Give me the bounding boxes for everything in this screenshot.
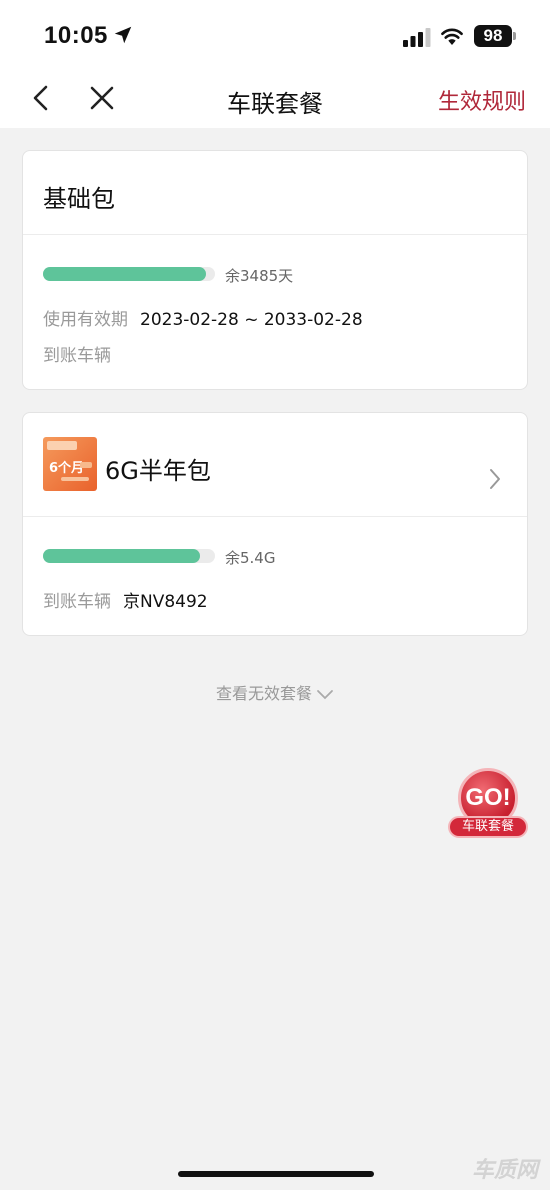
battery-indicator: 98	[474, 25, 512, 47]
thumbnail-tag	[47, 441, 77, 450]
package-card-data[interactable]: 6个月 6G半年包 余5.4G 到账车辆 京NV8492	[22, 412, 528, 636]
chevron-down-icon	[317, 689, 333, 699]
progress-track	[43, 267, 215, 281]
package-title: 基础包	[43, 185, 115, 213]
cellular-signal-icon	[403, 28, 431, 47]
go-badge-label: 车联套餐	[448, 816, 528, 838]
go-package-badge[interactable]: GO! 车联套餐	[446, 768, 530, 844]
view-invalid-packages-link[interactable]: 查看无效套餐	[0, 680, 550, 704]
validity-value: 2023-02-28 ~ 2033-02-28	[140, 310, 363, 330]
vehicle-label: 到账车辆	[43, 346, 111, 366]
vehicle-label: 到账车辆	[43, 592, 111, 612]
watermark-logo: 车质网	[471, 1158, 538, 1183]
navigation-bar: 车联套餐 生效规则	[0, 70, 550, 128]
card-header: 基础包	[23, 151, 527, 235]
location-arrow-icon	[114, 26, 132, 44]
status-time: 10:05	[44, 22, 108, 49]
validity-label: 使用有效期	[43, 310, 128, 330]
package-thumbnail: 6个月	[43, 437, 97, 491]
thumbnail-text: 6个月	[49, 461, 85, 476]
package-card-basic: 基础包 余3485天 使用有效期 2023-02-28 ~ 2033-02-28 …	[22, 150, 528, 390]
chevron-right-icon[interactable]	[487, 467, 503, 491]
validity-row: 使用有效期 2023-02-28 ~ 2033-02-28	[43, 305, 363, 330]
vehicle-value: 京NV8492	[123, 592, 208, 612]
effective-rules-link[interactable]: 生效规则	[438, 84, 526, 116]
vehicle-row: 到账车辆	[43, 341, 123, 366]
status-bar: 10:05 98	[0, 0, 550, 70]
remaining-label: 余3485天	[225, 267, 294, 285]
page: 10:05 98 车联套餐 生效规则 基础包 余3485天 使用有效期 2023…	[0, 0, 550, 1190]
thumbnail-badge	[80, 462, 92, 468]
battery-cap	[513, 32, 516, 40]
progress-fill	[43, 267, 207, 281]
wifi-icon	[441, 28, 463, 45]
home-indicator[interactable]	[178, 1171, 374, 1177]
remaining-label: 余5.4G	[225, 549, 276, 567]
card-header: 6个月 6G半年包	[23, 413, 527, 517]
thumbnail-line	[61, 477, 89, 481]
invalid-link-label: 查看无效套餐	[215, 684, 312, 703]
progress-fill	[43, 549, 200, 563]
progress-track	[43, 549, 215, 563]
vehicle-row: 到账车辆 京NV8492	[43, 587, 208, 612]
package-title: 6G半年包	[105, 457, 211, 485]
